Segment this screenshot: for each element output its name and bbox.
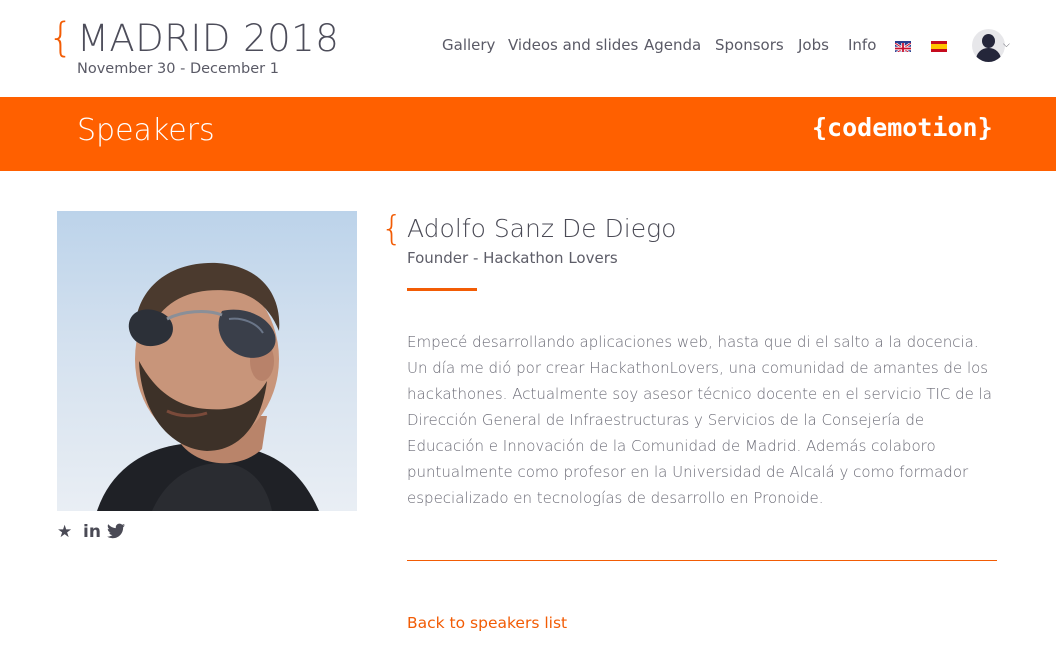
nav-agenda[interactable]: Agenda: [644, 36, 701, 54]
page-title: Speakers: [77, 113, 215, 148]
accent-divider: [407, 288, 477, 291]
spanish-flag-icon[interactable]: [931, 41, 947, 52]
codemotion-logo: {codemotion}: [812, 113, 993, 142]
user-menu[interactable]: ⌵: [972, 29, 1012, 63]
nav-info[interactable]: Info: [848, 36, 876, 54]
nav-jobs[interactable]: Jobs: [798, 36, 829, 54]
star-icon[interactable]: ★: [57, 522, 72, 542]
brace-logo-icon: {: [48, 15, 74, 61]
section-divider: [407, 560, 997, 561]
english-flag-icon[interactable]: [895, 41, 911, 52]
page-banner: Speakers {codemotion}: [0, 97, 1056, 171]
event-title[interactable]: MADRID 2018: [77, 18, 339, 60]
nav-gallery[interactable]: Gallery: [442, 36, 495, 54]
speaker-photo: [57, 211, 357, 511]
back-to-speakers-link[interactable]: Back to speakers list: [407, 614, 567, 632]
nav-videos-and-slides[interactable]: Videos and slides: [508, 36, 638, 54]
chevron-down-icon: ⌵: [1003, 39, 1010, 49]
nav-sponsors[interactable]: Sponsors: [715, 36, 784, 54]
speaker-role: Founder - Hackathon Lovers: [407, 249, 618, 267]
speaker-name: Adolfo Sanz De Diego: [407, 214, 677, 243]
event-dates: November 30 - December 1: [77, 61, 279, 77]
twitter-icon[interactable]: [107, 523, 125, 544]
speaker-portrait-icon: [97, 262, 319, 511]
brace-icon: {: [381, 209, 403, 249]
speaker-bio: Empecé desarrollando aplicaciones web, h…: [407, 333, 992, 507]
linkedin-icon[interactable]: in: [83, 522, 101, 542]
avatar: [972, 29, 1005, 62]
site-header: { MADRID 2018 November 30 - December 1 G…: [0, 0, 1056, 97]
